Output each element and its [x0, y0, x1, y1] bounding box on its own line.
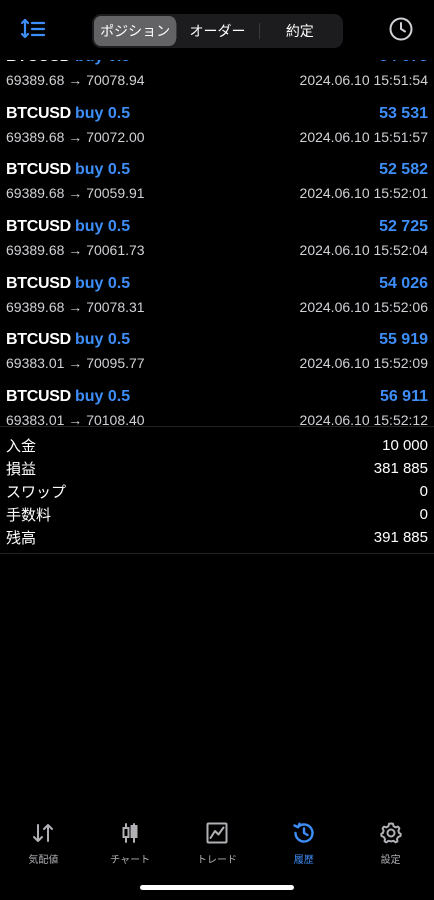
deal-time: 2024.06.10 15:52:01 — [299, 185, 428, 202]
history-list[interactable]: BTCUSDbuy 0.554 67369389.68 → 70078.9420… — [0, 32, 434, 429]
deal-open-price: 69389.68 — [6, 72, 65, 88]
deal-close-price: 70061.73 — [86, 242, 145, 259]
summary-row: 入金 10 000 — [0, 434, 434, 457]
deal-row[interactable]: BTCUSD buy 0.5 55 919 69383.01 → 70095.77 20… — [0, 315, 434, 372]
summary-row: スワップ 0 — [0, 480, 434, 503]
deal-prices: 69389.68 → 70078.94 — [6, 72, 145, 88]
deal-side-volume: buy 0.5 — [75, 218, 131, 236]
summary-value: 10 000 — [382, 437, 428, 454]
deal-time: 2024.06.10 15:52:09 — [299, 355, 428, 372]
deal-prices: 69389.68 → 70072.00 — [6, 129, 145, 145]
summary-value: 0 — [419, 506, 428, 523]
deal-close-price: 70078.94 — [86, 72, 145, 88]
trade-icon — [206, 822, 228, 844]
deal-row[interactable]: BTCUSD buy 0.5 56 911 69383.01 → 70108.40 20… — [0, 372, 434, 429]
deal-open-price: 69389.68 — [6, 128, 65, 145]
summary-value: 391 885 — [373, 529, 428, 546]
deal-side-volume: buy 0.5 — [75, 274, 131, 292]
deal-row[interactable]: BTCUSD buy 0.5 52 725 69389.68 → 70061.73 20… — [0, 202, 434, 259]
deal-prices: 69383.01 → 70095.77 — [6, 355, 145, 371]
summary-label: 手数料 — [6, 507, 52, 524]
summary-label: スワップ — [6, 484, 67, 501]
deal-symbol: BTCUSD — [6, 104, 71, 122]
tab-settings[interactable]: 設定 — [347, 815, 434, 900]
summary-value: 381 885 — [373, 460, 428, 477]
summary-row: 手数料 0 — [0, 503, 434, 526]
deal-time: 2024.06.10 15:52:04 — [299, 242, 428, 259]
quotes-icon — [33, 824, 54, 842]
deal-profit: 56 911 — [379, 388, 428, 406]
deal-time: 2024.06.10 15:51:54 — [299, 72, 428, 88]
deal-close-price: 70095.77 — [86, 355, 145, 372]
deal-profit: 52 582 — [379, 161, 428, 179]
deal-row[interactable]: BTCUSD buy 0.5 54 026 69389.68 → 70078.31 20… — [0, 259, 434, 316]
segment-deals[interactable]: 約定 — [258, 16, 341, 46]
deal-row[interactable]: BTCUSD buy 0.5 52 582 69389.68 → 70059.91 20… — [0, 145, 434, 202]
tab-label: 履歴 — [293, 855, 314, 866]
arrow-icon: → — [68, 72, 83, 88]
summary-row: 損益 381 885 — [0, 457, 434, 480]
deal-symbol: BTCUSD — [6, 388, 71, 406]
sort-button[interactable] — [20, 16, 46, 42]
clock-icon — [389, 17, 413, 41]
history-icon — [293, 822, 314, 843]
segment-orders[interactable]: オーダー — [176, 16, 258, 46]
deal-profit: 55 919 — [379, 331, 428, 349]
summary-row: 残高 391 885 — [0, 526, 434, 549]
deal-side-volume: buy 0.5 — [75, 161, 131, 179]
arrow-icon: → — [68, 185, 83, 202]
tab-label: トレード — [196, 855, 237, 866]
summary-label: 損益 — [6, 461, 37, 478]
deal-close-price: 70078.31 — [86, 298, 145, 315]
period-button[interactable] — [388, 16, 414, 42]
deal-side-volume: buy 0.5 — [75, 331, 131, 349]
home-indicator — [140, 885, 294, 890]
deal-open-price: 69389.68 — [6, 298, 65, 315]
deal-symbol: BTCUSD — [6, 161, 71, 179]
arrow-icon: → — [68, 128, 83, 145]
deal-profit: 52 725 — [379, 218, 428, 236]
deal-side-volume: buy 0.5 — [75, 104, 131, 122]
deal-profit: 53 531 — [379, 104, 428, 122]
deal-open-price: 69389.68 — [6, 185, 65, 202]
top-bar: ポジション オーダー 約定 — [0, 0, 434, 60]
deal-close-price: 70059.91 — [86, 185, 145, 202]
deal-prices: 69389.68 → 70059.91 — [6, 185, 145, 201]
tab-quotes[interactable]: 気配値 — [0, 815, 87, 900]
arrow-icon: → — [68, 298, 83, 315]
deal-time: 2024.06.10 15:52:06 — [299, 298, 428, 315]
deal-prices: 69389.68 → 70078.31 — [6, 299, 145, 315]
segment-positions[interactable]: ポジション — [94, 16, 177, 46]
sort-icon — [20, 18, 46, 39]
deal-time: 2024.06.10 15:51:57 — [299, 128, 428, 145]
arrow-icon: → — [68, 355, 83, 372]
settings-icon — [379, 822, 402, 844]
tab-label: 設定 — [380, 855, 401, 866]
history-summary: 入金 10 000 損益 381 885 スワップ 0 手数料 0 残高 391 885 — [0, 426, 434, 554]
summary-label: 入金 — [6, 438, 37, 455]
chart-icon — [122, 823, 138, 843]
deal-symbol: BTCUSD — [6, 274, 71, 292]
deal-open-price: 69389.68 — [6, 242, 65, 259]
deal-side-volume: buy 0.5 — [75, 388, 131, 406]
deal-prices: 69389.68 → 70061.73 — [6, 242, 145, 258]
view-segmented-control: ポジション オーダー 約定 — [92, 14, 343, 48]
deal-symbol: BTCUSD — [6, 331, 71, 349]
deal-row[interactable]: BTCUSD buy 0.5 53 531 69389.68 → 70072.00 20… — [0, 89, 434, 146]
deal-open-price: 69383.01 — [6, 355, 65, 372]
summary-value: 0 — [419, 483, 428, 500]
summary-label: 残高 — [6, 530, 37, 547]
deal-profit: 54 026 — [379, 274, 428, 292]
deal-close-price: 70072.00 — [86, 128, 145, 145]
tab-label: チャート — [110, 855, 151, 866]
tab-label: 気配値 — [28, 855, 59, 866]
arrow-icon: → — [68, 242, 83, 259]
deal-symbol: BTCUSD — [6, 218, 71, 236]
